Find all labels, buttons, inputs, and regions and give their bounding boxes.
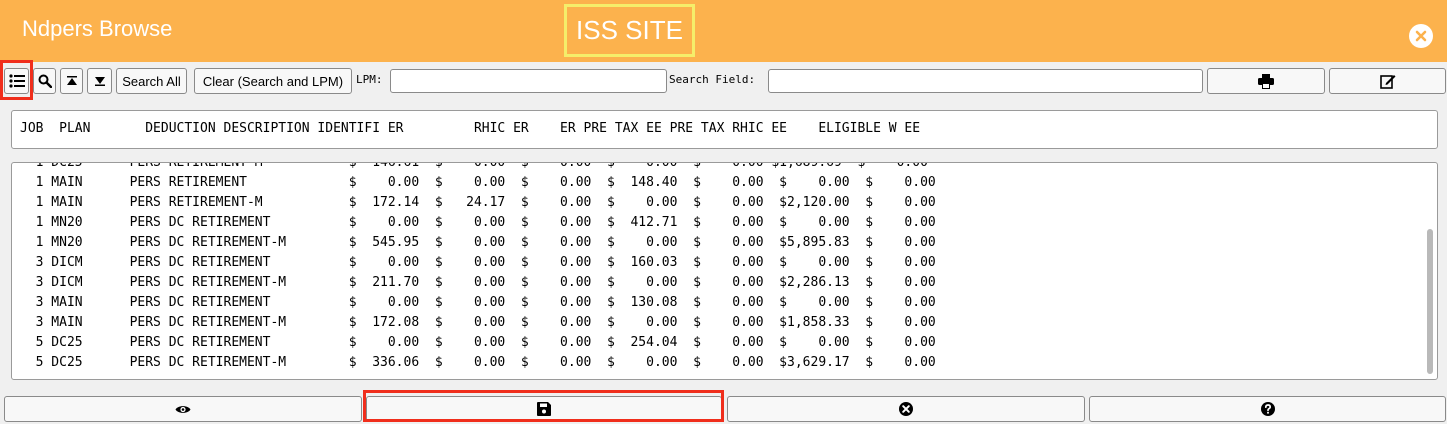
table-row[interactable]: 3 MAIN PERS DC RETIREMENT $ 0.00 $ 0.00 … <box>20 293 936 313</box>
table-row[interactable]: 1 MAIN PERS RETIREMENT $ 0.00 $ 0.00 $ 0… <box>20 173 936 193</box>
sort-up-icon <box>66 76 77 85</box>
search-button[interactable] <box>33 68 56 94</box>
grid-panel[interactable]: 1 DC25 PERS RETIREMENT-M $ 146.61 $ 0.00… <box>11 162 1438 380</box>
table-row[interactable]: 3 DICM PERS DC RETIREMENT $ 0.00 $ 0.00 … <box>20 253 936 273</box>
title-bar: Ndpers Browse ISS SITE <box>0 0 1447 62</box>
lpm-input[interactable] <box>390 69 667 93</box>
clear-search-button[interactable]: Clear (Search and LPM) <box>194 68 352 94</box>
table-row[interactable]: 1 MN20 PERS DC RETIREMENT-M $ 545.95 $ 0… <box>20 233 936 253</box>
table-row[interactable]: 1 MAIN PERS RETIREMENT-M $ 172.14 $ 24.1… <box>20 193 936 213</box>
save-button-highlight <box>363 390 724 422</box>
table-row[interactable]: 5 DC25 PERS DC RETIREMENT $ 0.00 $ 0.00 … <box>20 333 936 353</box>
app-title: Ndpers Browse <box>22 16 173 41</box>
search-icon <box>38 74 52 88</box>
grid-header: JOB PLAN DEDUCTION DESCRIPTION IDENTIFI … <box>20 121 921 136</box>
help-button[interactable] <box>1089 396 1446 422</box>
list-view-highlight <box>0 60 33 100</box>
grid-scrollbar[interactable] <box>1424 165 1438 377</box>
sort-down-icon <box>94 77 105 86</box>
table-row[interactable]: 1 MN20 PERS DC RETIREMENT $ 0.00 $ 0.00 … <box>20 213 936 233</box>
lpm-label: LPM: <box>356 73 383 86</box>
print-button[interactable] <box>1207 68 1325 94</box>
search-field-input[interactable] <box>768 69 1203 93</box>
close-icon <box>1415 30 1427 42</box>
grid-header-panel: JOB PLAN DEDUCTION DESCRIPTION IDENTIFI … <box>11 110 1438 149</box>
cancel-button[interactable] <box>727 396 1085 422</box>
close-window-button[interactable] <box>1409 24 1433 48</box>
grid-scrollbar-thumb[interactable] <box>1427 229 1433 374</box>
edit-icon <box>1379 75 1395 89</box>
eye-icon <box>175 405 191 413</box>
table-row[interactable]: 3 MAIN PERS DC RETIREMENT-M $ 172.08 $ 0… <box>20 313 936 333</box>
printer-icon <box>1258 73 1274 89</box>
edit-button[interactable] <box>1329 68 1446 94</box>
sort-ascending-button[interactable] <box>60 68 83 94</box>
toolbar: Search All Clear (Search and LPM) LPM: S… <box>0 64 1447 100</box>
sort-descending-button[interactable] <box>87 68 112 94</box>
x-circle-icon <box>899 402 913 416</box>
search-field-label: Search Field: <box>669 73 756 86</box>
partial-grid-row: 1 DC25 PERS RETIREMENT-M $ 146.61 $ 0.00… <box>20 163 928 173</box>
view-button[interactable] <box>4 396 362 422</box>
table-row[interactable]: 5 DC25 PERS DC RETIREMENT-M $ 336.06 $ 0… <box>20 353 936 373</box>
search-all-button[interactable]: Search All <box>116 68 187 94</box>
grid-rows: 1 DC25 PERS RETIREMENT-M $ 146.61 $ 0.00… <box>12 163 1420 379</box>
question-circle-icon <box>1260 402 1275 416</box>
site-badge: ISS SITE <box>564 4 695 57</box>
table-row[interactable]: 3 DICM PERS DC RETIREMENT-M $ 211.70 $ 0… <box>20 273 936 293</box>
